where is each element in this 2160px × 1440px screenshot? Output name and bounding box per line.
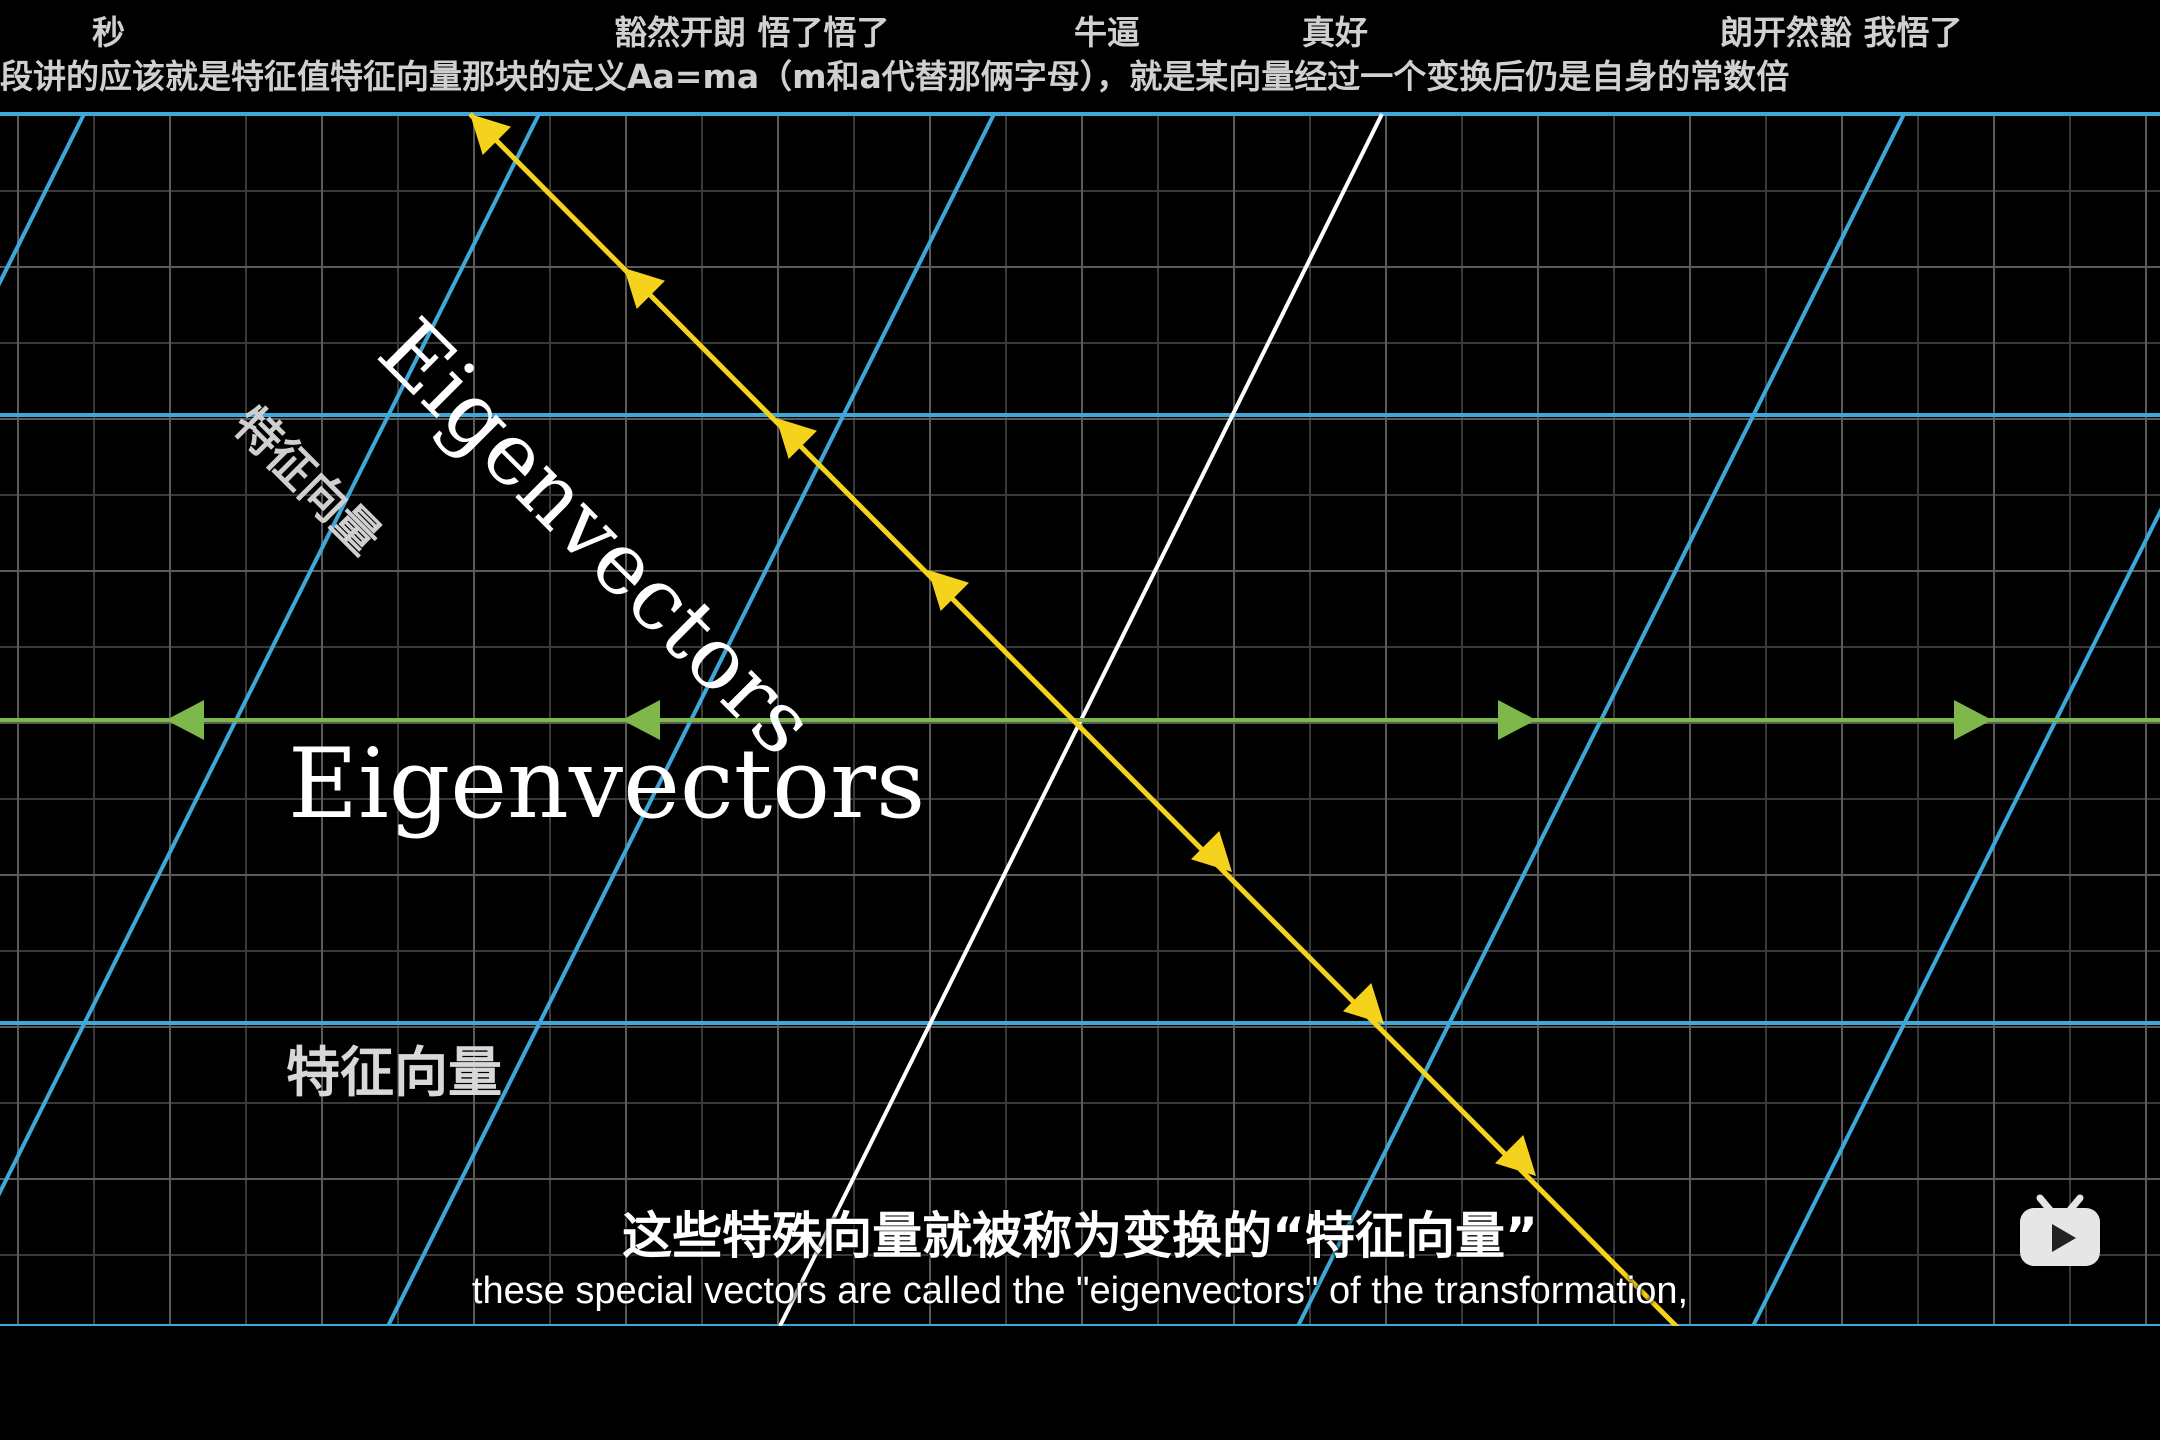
eigenvector-horizontal-cn-label: 特征向量 — [286, 1041, 502, 1104]
danmaku-comment: 段讲的应该就是特征值特征向量那块的定义Aa=ma（m和a代替那俩字母），就是某向… — [0, 57, 1790, 96]
danmaku-comment: 真好 — [1302, 13, 1368, 52]
danmaku-comment: 朗开然豁 我悟了 — [1720, 13, 1963, 52]
danmaku-comment: 秒 — [92, 13, 125, 52]
video-frame[interactable]: Eigenvectors 特征向量 Eigenvectors 特征向量 这些特殊… — [0, 0, 2160, 1440]
subtitle-english: these special vectors are called the "ei… — [471, 1270, 1689, 1312]
eigenvector-arrowhead — [776, 418, 818, 460]
eigenvector-arrowhead — [166, 700, 204, 740]
letterbox-bar — [0, 1326, 2160, 1440]
eigenvector-arrowhead — [1494, 1134, 1536, 1176]
eigenvector-arrowhead — [1190, 830, 1232, 872]
eigenvectors-horizontal-label: Eigenvectors — [288, 728, 926, 840]
linear-transformation-visualization — [0, 112, 2160, 1326]
eigenvector-arrowhead — [928, 570, 970, 612]
eigenvector-arrowhead — [1342, 982, 1384, 1024]
eigenvector-arrowhead — [1498, 700, 1536, 740]
bilibili-tv-icon[interactable] — [2018, 1192, 2102, 1270]
subtitle-chinese: 这些特殊向量就被称为变换的“特征向量” — [622, 1207, 1538, 1265]
danmaku-comment: 豁然开朗 悟了悟了 — [614, 13, 890, 52]
eigenvector-arrowhead — [1954, 700, 1992, 740]
danmaku-comment: 牛逼 — [1074, 13, 1140, 52]
